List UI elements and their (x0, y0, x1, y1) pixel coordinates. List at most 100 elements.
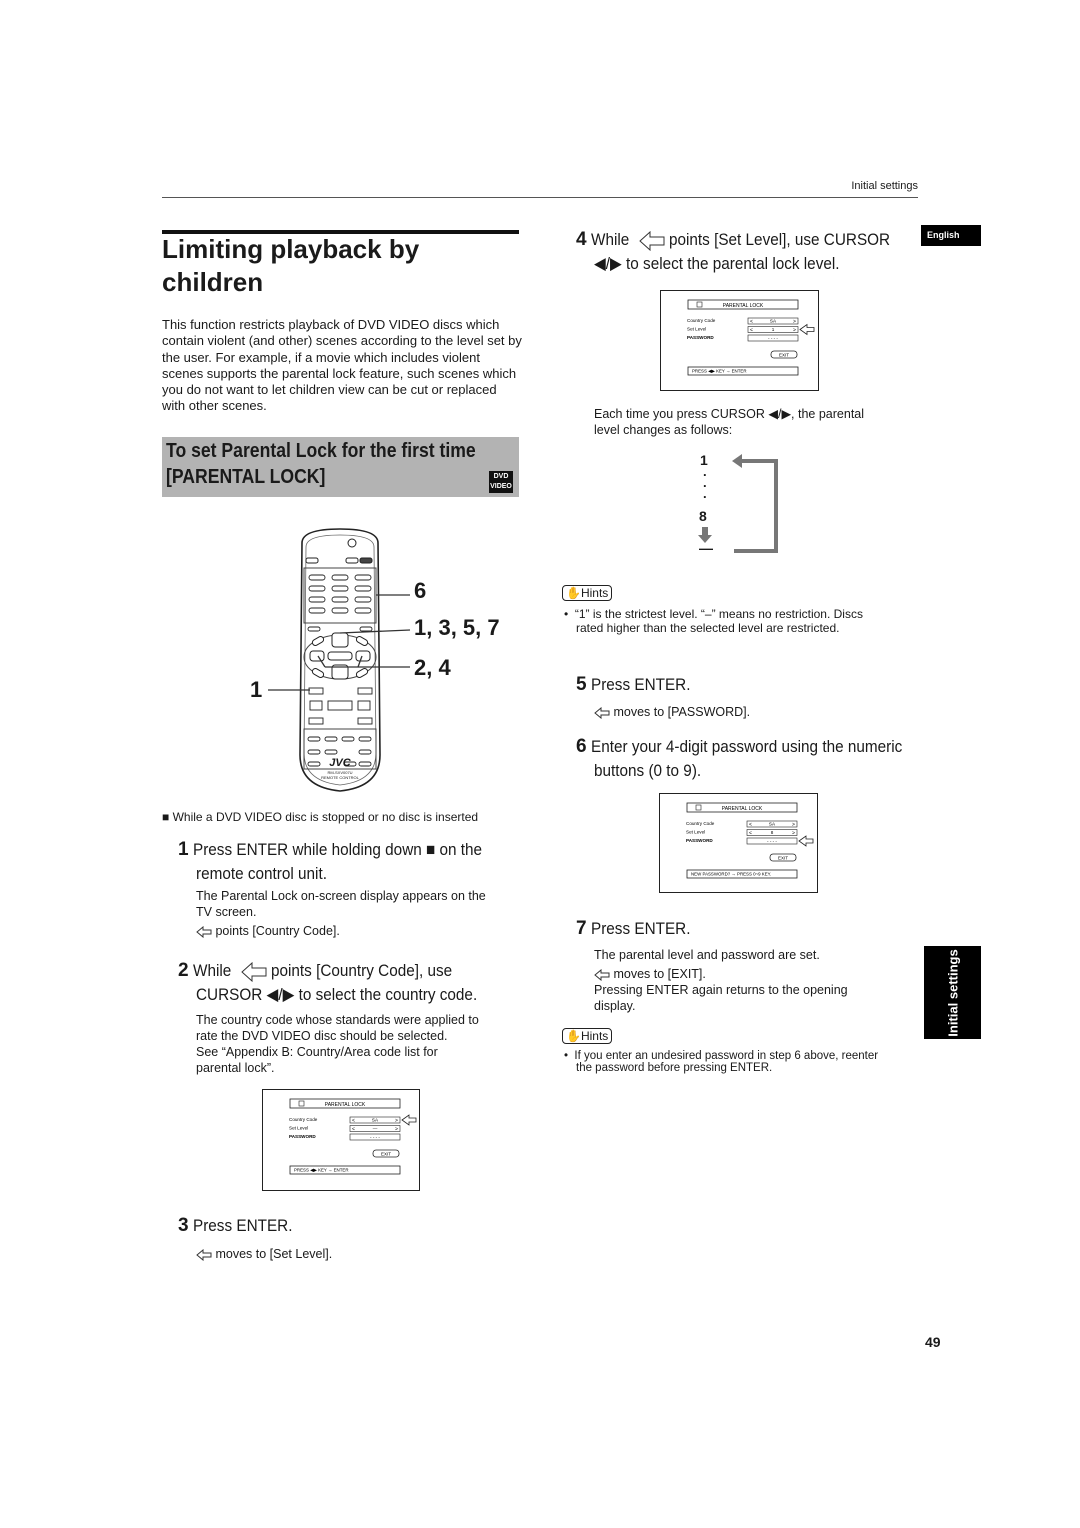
osd-status-text: NEW PASSWORD? → PRESS 0~9 KEY. (691, 872, 771, 877)
osd-status-text: PRESS ◀▶ KEY → ENTER (692, 369, 747, 374)
osd-row-label: PASSWORD (686, 838, 713, 843)
body-line: TV screen. (196, 905, 257, 919)
osd-row-value: 8 (771, 830, 774, 835)
osd-row-label: PASSWORD (687, 335, 714, 340)
remote-control-illustration: 6 1, 3, 5, 7 2, 4 1 JVC RM-SXV007U REMOT… (240, 525, 520, 795)
osd-screen-country-code: PARENTAL LOCK Country Code < > SA Set Level < >… (262, 1089, 420, 1191)
pointer-arrow-icon (638, 230, 665, 251)
step-7-body: The parental level and password are set.… (594, 947, 848, 1014)
body-line: parental lock”. (196, 1061, 275, 1075)
step-7: 7 Press ENTER. (576, 917, 702, 941)
body-line: The Parental Lock on-screen display appe… (196, 889, 486, 903)
page-number: 49 (925, 1334, 941, 1350)
body-line: level changes as follows: (594, 423, 733, 437)
step-2-body: The country code whose standards were ap… (196, 1012, 479, 1076)
step-title: While (591, 230, 630, 249)
pointer-text: moves to [PASSWORD]. (613, 705, 751, 719)
level-cycle-diagram: 1 . . . 8 — (690, 452, 790, 560)
step-title: Press ENTER. (591, 919, 691, 938)
hints-box-2: ✋Hints • If you enter an undesired passw… (562, 1028, 878, 1074)
step-title-line2: ◀/▶ to select the parental lock level. (594, 254, 840, 273)
condition-note: ■ While a DVD VIDEO disc is stopped or n… (162, 810, 478, 824)
bullet: • (564, 1050, 575, 1062)
pointer-text: moves to [EXIT]. (613, 967, 706, 981)
badge-bottom: VIDEO (490, 483, 512, 490)
left-cursor-icon: < (749, 822, 752, 828)
level-last: 8 (699, 508, 707, 524)
hints-box-1: ✋Hints • “1” is the strictest level. “–”… (562, 585, 863, 635)
callout-steps-2-4: 2, 4 (414, 655, 451, 680)
pointer-arrow-icon (196, 1248, 212, 1261)
remote-caption: REMOTE CONTROL (321, 775, 359, 780)
osd-exit-label: EXIT (778, 856, 788, 861)
badge-top: DVD (493, 473, 509, 480)
body-line: The parental level and password are set. (594, 948, 820, 962)
section-name: Initial settings (851, 180, 918, 192)
level-dots: . . . (703, 465, 707, 500)
step-number: 7 (576, 918, 587, 939)
pointer-text: moves to [Set Level]. (215, 1247, 333, 1261)
left-cursor-icon: < (750, 319, 753, 325)
osd-row-value: SA (770, 319, 777, 324)
osd-graphic: PARENTAL LOCK Country Code < > SA Set Level < >… (687, 299, 815, 376)
osd-graphic: PARENTAL LOCK Country Code < > SA Set Level < >… (686, 802, 814, 879)
osd-row-label: PASSWORD (289, 1134, 316, 1139)
osd-title: PARENTAL LOCK (723, 303, 764, 309)
osd-graphic: PARENTAL LOCK Country Code < > SA Set Level < >… (289, 1098, 417, 1175)
body-line: Each time you press CURSOR ◀/▶, the pare… (594, 407, 865, 421)
body-line: Pressing ENTER again returns to the open… (594, 983, 848, 997)
callout-step-6: 6 (414, 578, 427, 603)
osd-row-value: - - - - (767, 839, 777, 844)
osd-row-value: 1 (772, 327, 775, 332)
step-number: 4 (576, 229, 587, 250)
step-1: 1 Press ENTER while holding down ■ on th… (178, 838, 514, 886)
step-6: 6 Enter your 4-digit password using the … (576, 735, 937, 783)
stop-square-icon: ■ (162, 810, 170, 824)
bullet: • (564, 607, 575, 621)
body-line: rate the DVD VIDEO disc should be select… (196, 1029, 448, 1043)
osd-screen-set-level: PARENTAL LOCK Country Code < > SA Set Level < >… (660, 290, 819, 391)
hand-icon: ✋ (566, 1029, 581, 1043)
step-2: 2 While points [Country Code], use CURSO… (178, 959, 508, 1007)
step-5-body: moves to [PASSWORD]. (594, 704, 750, 720)
step-5: 5 Press ENTER. (576, 673, 702, 697)
left-cursor-icon: < (352, 1118, 355, 1124)
hints-label: Hints (580, 1029, 609, 1043)
page-title-line1: Limiting playback by (162, 234, 420, 264)
step-title-cont: buttons (0 to 9). (594, 761, 702, 780)
page-title-line2: children (162, 267, 264, 297)
right-cursor-icon: > (793, 319, 796, 325)
subheading-line2: [PARENTAL LOCK] (166, 466, 326, 488)
remote-brand: JVC (329, 757, 351, 769)
pointer-arrow-icon (196, 925, 212, 938)
step-4: 4 While points [Set Level], use CURSOR ◀… (576, 228, 915, 276)
osd-row-value: — (373, 1126, 378, 1131)
hint-text: “1” is the strictest level. “–” means no… (574, 607, 863, 621)
osd-row-value: SA (372, 1118, 379, 1123)
hint-item: • “1” is the strictest level. “–” means … (564, 607, 863, 635)
hint-text: the password before pressing ENTER. (576, 1062, 773, 1074)
step-title-cont: remote control unit. (196, 864, 327, 883)
step-title: Press ENTER. (591, 675, 691, 694)
osd-title: PARENTAL LOCK (722, 806, 763, 812)
intro-paragraph: This function restricts playback of DVD … (162, 317, 522, 414)
step-number: 1 (178, 839, 189, 860)
pointer-arrow-icon (240, 961, 267, 982)
callout-step-1: 1 (250, 677, 263, 702)
level-none: — (699, 540, 713, 556)
osd-pointer-icon (401, 1114, 417, 1126)
step-number: 5 (576, 674, 587, 695)
step-title: While (193, 961, 232, 980)
step-title: Press ENTER while holding down ■ on the (193, 840, 483, 859)
step-number: 3 (178, 1215, 189, 1236)
side-tab-label: Initial settings (945, 948, 960, 1037)
hints-badge: ✋Hints (562, 1028, 613, 1044)
right-cursor-icon: > (792, 822, 795, 828)
osd-exit-label: EXIT (381, 1152, 391, 1157)
hint-item: • If you enter an undesired password in … (564, 1050, 878, 1074)
hints-badge: ✋Hints (562, 585, 613, 601)
step-number: 2 (178, 960, 189, 981)
callout-steps-1-3-5-7: 1, 3, 5, 7 (414, 615, 500, 640)
osd-row-value: - - - - (768, 336, 778, 341)
hand-icon: ✋ (566, 586, 581, 600)
